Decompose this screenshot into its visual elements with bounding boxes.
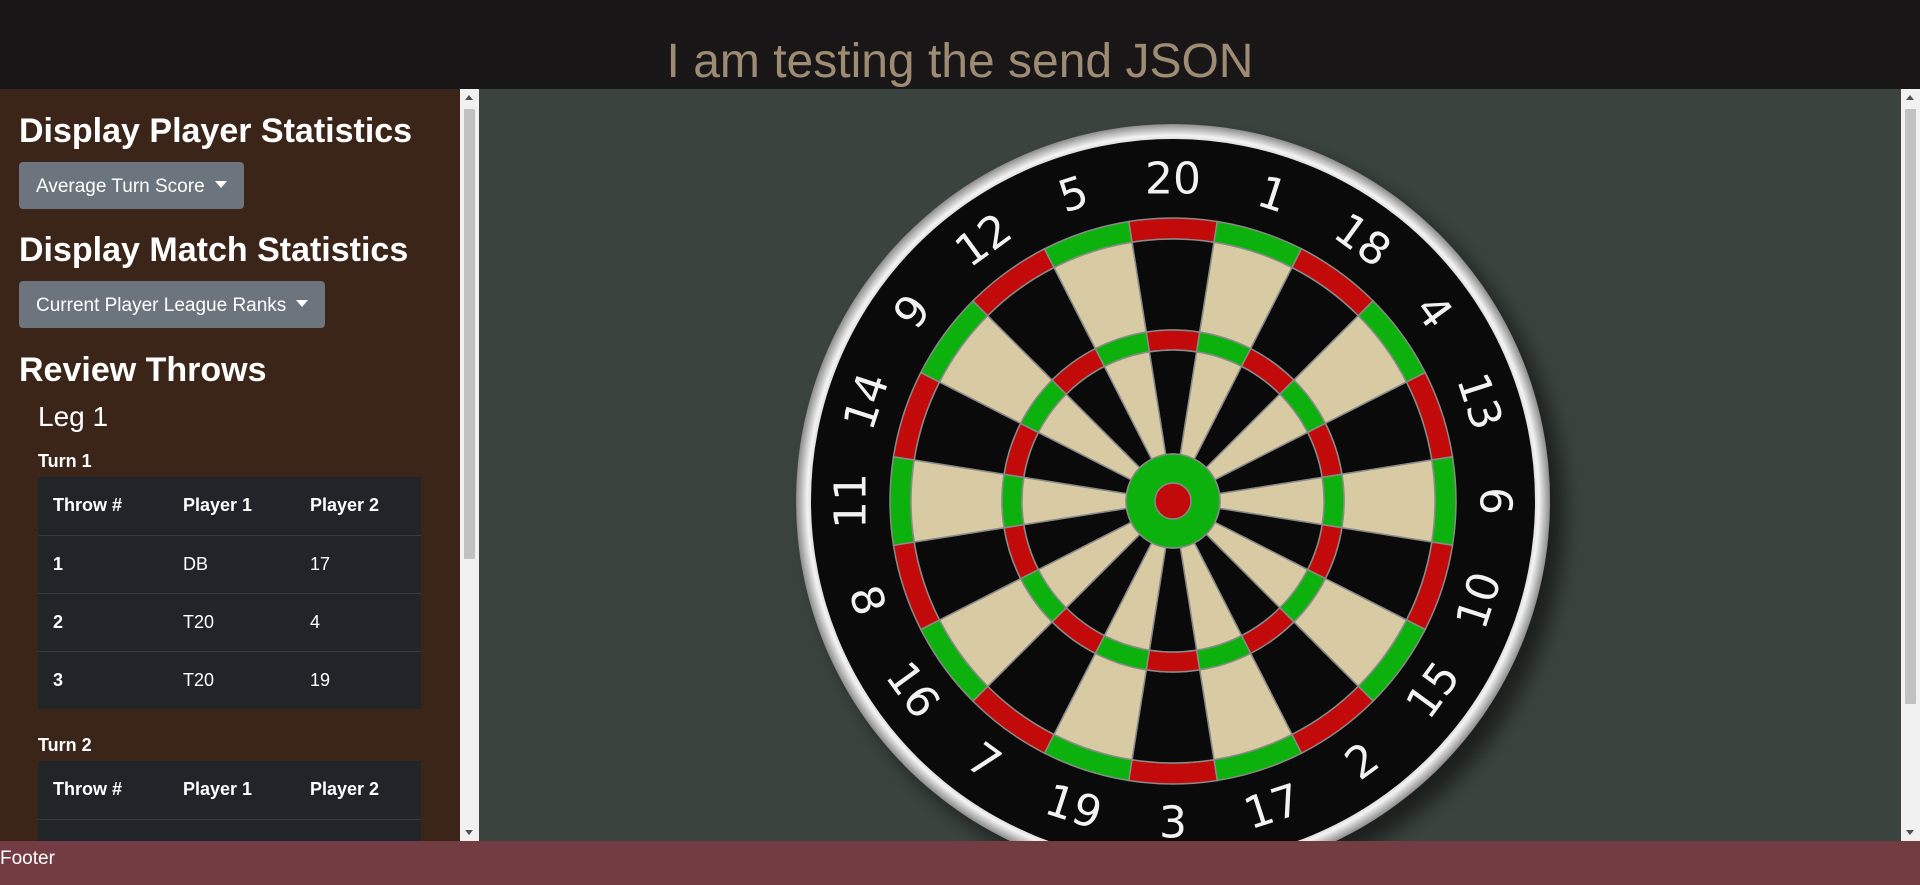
caret-down-icon	[214, 181, 227, 189]
turn-label: Turn 1	[38, 451, 92, 471]
table-header-row: Throw # Player 1 Player 2	[38, 477, 421, 536]
player-1-throw: T20	[183, 669, 215, 690]
treble-ring-segment[interactable]	[1145, 329, 1201, 353]
match-stats-dropdown[interactable]: Current Player League Ranks	[19, 281, 326, 328]
board-number-label: 3	[1159, 798, 1187, 842]
scroll-up-arrow-icon[interactable]	[465, 95, 473, 100]
column-header: Throw #	[38, 761, 168, 820]
throw-number: 1	[38, 535, 168, 594]
turn-1-table: Throw # Player 1 Player 2 1 DB 17 2 T20 …	[38, 477, 421, 709]
header: I am testing the send JSON	[0, 0, 1920, 89]
player-stats-heading: Display Player Statistics	[19, 112, 413, 150]
table-header-row: Throw # Player 1 Player 2	[38, 761, 421, 820]
scroll-down-arrow-icon[interactable]	[1906, 830, 1914, 835]
match-stats-heading: Display Match Statistics	[19, 231, 409, 269]
column-header: Player 2	[295, 761, 421, 820]
table-row	[38, 819, 421, 841]
treble-ring-segment[interactable]	[1001, 473, 1025, 529]
leg-label: Leg 1	[38, 401, 109, 432]
board-number-label: 11	[826, 473, 877, 529]
throw-number: 3	[53, 669, 64, 690]
column-header: Throw #	[38, 477, 168, 536]
player-2-throw	[295, 819, 421, 841]
main-scrollbar-thumb[interactable]	[1905, 109, 1916, 704]
footer: Footer	[0, 841, 1920, 885]
player-stats-dropdown-label: Average Turn Score	[36, 176, 205, 197]
turn-label: Turn 2	[38, 735, 92, 755]
player-stats-dropdown[interactable]: Average Turn Score	[19, 162, 244, 209]
caret-down-icon	[296, 300, 309, 308]
player-1-throw: T20	[168, 593, 295, 652]
scroll-down-arrow-icon[interactable]	[465, 830, 473, 835]
player-2-throw: 4	[295, 593, 421, 652]
board-number-label: 6	[1470, 487, 1521, 515]
player-1-throw	[168, 819, 295, 841]
table-row: 1 DB 17	[38, 535, 421, 594]
throw-number: 2	[38, 593, 168, 652]
sidebar-scrollbar-thumb[interactable]	[464, 109, 475, 559]
bullseye[interactable]	[1154, 482, 1192, 520]
main-scrollbar[interactable]	[1901, 89, 1920, 841]
dartboard[interactable]: 20 11841361015217319716811149125	[479, 89, 1901, 841]
throw-number	[38, 819, 168, 841]
sidebar: Display Player Statistics Average Turn S…	[0, 89, 460, 841]
dartboard-panel: 20 1 18 4 13 6 10 15 2 17 3 19 7 16 8 11 14 9 12 5	[479, 89, 1901, 841]
table-row: 3 T20 19	[38, 651, 421, 709]
player-2-throw: 17	[295, 535, 421, 594]
match-stats-dropdown-label: Current Player League Ranks	[36, 295, 287, 316]
table-row: 2 T20 4	[38, 593, 421, 652]
turn-2-table: Throw # Player 1 Player 2	[38, 761, 421, 841]
board-number-label: 20	[1145, 154, 1201, 205]
review-throws-heading: Review Throws	[19, 351, 267, 389]
scroll-up-arrow-icon[interactable]	[1906, 95, 1914, 100]
column-header: Player 1	[168, 477, 295, 536]
footer-label: Footer	[0, 848, 55, 869]
column-header: Player 1	[168, 761, 295, 820]
player-1-throw: DB	[168, 535, 295, 594]
sidebar-scrollbar[interactable]	[460, 89, 479, 841]
treble-ring-segment[interactable]	[1145, 649, 1201, 673]
column-header: Player 2	[295, 477, 421, 536]
treble-ring-segment[interactable]	[1321, 473, 1345, 529]
page-title: I am testing the send JSON	[666, 35, 1254, 88]
player-2-throw: 19	[310, 669, 331, 690]
